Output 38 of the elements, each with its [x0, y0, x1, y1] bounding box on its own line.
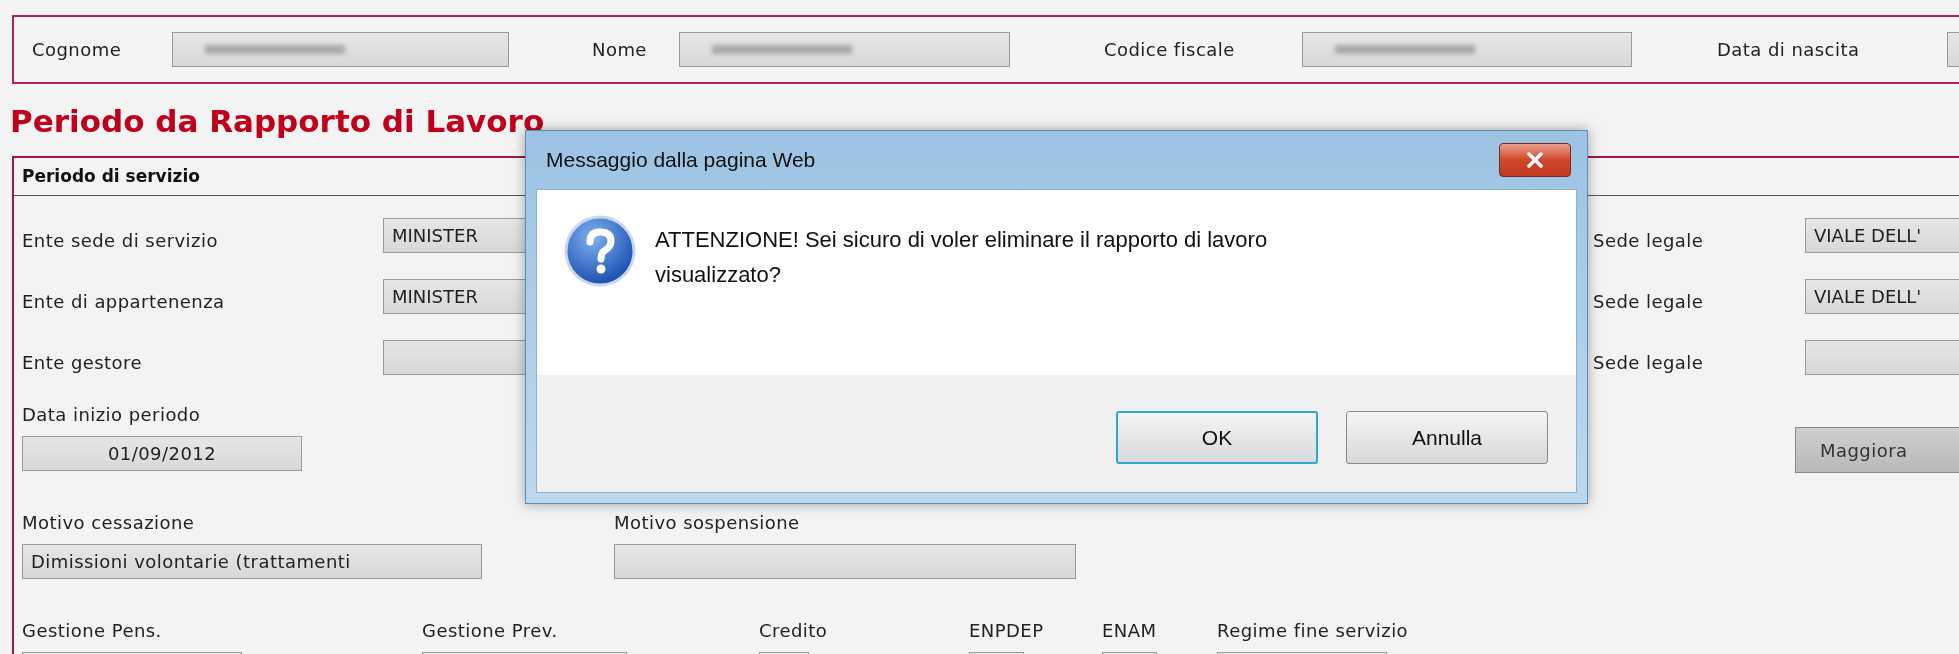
date-field[interactable]: 01/09/2012 [22, 436, 302, 471]
close-button[interactable] [1499, 143, 1571, 177]
close-icon [1526, 152, 1544, 168]
field-label: ENAM [1102, 619, 1158, 643]
field-label: Gestione Prev. [422, 619, 559, 643]
text-field[interactable] [172, 32, 509, 67]
field-label: Motivo cessazione [22, 511, 196, 535]
text-field[interactable]: VIALE DELL' [1805, 279, 1959, 314]
field-label: Sede legale [1593, 351, 1705, 375]
text-field[interactable] [1805, 340, 1959, 375]
field-label: Regime fine servizio [1217, 619, 1410, 643]
text-field[interactable]: VIALE DELL' [1805, 218, 1959, 253]
field-label: Sede legale [1593, 229, 1705, 253]
question-icon [563, 214, 637, 288]
field-label: Credito [759, 619, 829, 643]
text-field[interactable]: Dimissioni volontarie (trattamenti [22, 544, 482, 579]
dialog-title: Messaggio dalla pagina Web [546, 147, 816, 174]
dialog-button[interactable]: OK [1116, 411, 1318, 464]
dialog-message: ATTENZIONE! Sei sicuro di voler eliminare il rapporto di lavoro visualizzato? [655, 226, 1269, 289]
field-label: Sede legale [1593, 290, 1705, 314]
field-label: ENPDEP [969, 619, 1045, 643]
section-heading: Periodo da Rapporto di Lavoro [10, 102, 546, 140]
field-label: Data di nascita [1717, 38, 1861, 62]
text-field[interactable] [614, 544, 1076, 579]
field-label: Ente di appartenenza [22, 290, 226, 314]
text-field[interactable] [1302, 32, 1632, 67]
panel-title: Periodo di servizio [22, 164, 200, 188]
dialog-button[interactable]: Annulla [1346, 411, 1548, 464]
maggiora-button[interactable]: Maggiora [1795, 427, 1959, 473]
field-label: Codice fiscale [1104, 38, 1236, 62]
field-label: Cognome [32, 38, 123, 62]
field-label: Gestione Pens. [22, 619, 163, 643]
field-label: Ente gestore [22, 351, 144, 375]
field-label: Nome [592, 38, 648, 62]
field-label: Data inizio periodo [22, 403, 202, 427]
text-field[interactable] [679, 32, 1010, 67]
field-label: Ente sede di servizio [22, 229, 219, 253]
field-label: Motivo sospensione [614, 511, 801, 535]
